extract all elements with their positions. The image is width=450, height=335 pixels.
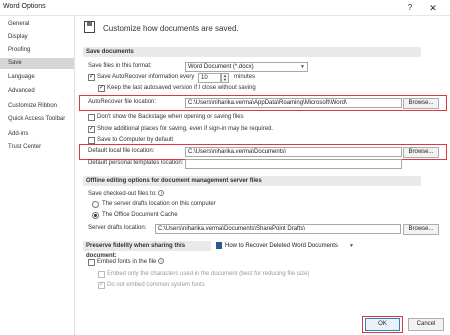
keep-last-label: Keep the last autosaved version if I clo… bbox=[107, 85, 256, 91]
section-preserve-fidelity: Preserve fidelity when sharing this docu… bbox=[83, 241, 211, 259]
autorecover-checkbox[interactable]: ✓ bbox=[88, 74, 95, 81]
help-button[interactable]: ? bbox=[403, 2, 417, 14]
autorecover-location-input[interactable]: C:\Users\niharika.verma\AppData\Roaming\… bbox=[185, 98, 402, 108]
minutes-label: minutes bbox=[234, 74, 256, 80]
format-label: Save files in this format: bbox=[88, 63, 152, 69]
close-button[interactable]: ✕ bbox=[426, 2, 440, 14]
sidebar-item-save[interactable]: Save bbox=[0, 58, 74, 69]
sidebar-item-add-ins[interactable]: Add-ins bbox=[0, 129, 74, 140]
sidebar-item-advanced[interactable]: Advanced bbox=[0, 86, 74, 97]
sidebar-item-customize-ribbon[interactable]: Customize Ribbon bbox=[0, 101, 74, 112]
autorecover-minutes-input[interactable]: 10 bbox=[198, 73, 221, 83]
section-save-documents: Save documents bbox=[83, 47, 421, 57]
minutes-spinner[interactable]: ▲ ▼ bbox=[221, 73, 229, 83]
embed-only-label: Embed only the characters used in the do… bbox=[107, 271, 310, 277]
server-drafts-location-input[interactable]: C:\Users\niharika.verma\Documents\ShareP… bbox=[155, 224, 401, 234]
embed-fonts-checkbox[interactable] bbox=[88, 259, 95, 266]
info-icon: i bbox=[158, 258, 165, 265]
sidebar-item-language[interactable]: Language bbox=[0, 72, 74, 83]
embed-fonts-label: Embed fonts in the file i bbox=[97, 258, 165, 267]
main-panel: Customize how documents are saved. Save … bbox=[79, 16, 450, 335]
sidebar-item-trust-center[interactable]: Trust Center bbox=[0, 142, 74, 153]
embed-only-checkbox[interactable] bbox=[98, 271, 105, 278]
server-drafts-location-label: Server drafts location: bbox=[88, 225, 147, 231]
save-computer-checkbox[interactable] bbox=[88, 137, 95, 144]
personal-templates-input[interactable] bbox=[185, 159, 402, 169]
autorecover-location-label: AutoRecover file location: bbox=[88, 99, 157, 105]
additional-places-label: Show additional places for saving, even … bbox=[97, 126, 274, 132]
office-cache-radio[interactable] bbox=[92, 212, 99, 219]
backstage-checkbox[interactable] bbox=[88, 114, 95, 121]
title-bar: Word Options ? ✕ bbox=[0, 0, 450, 16]
sidebar-item-quick-access-toolbar[interactable]: Quick Access Toolbar bbox=[0, 114, 74, 125]
no-common-fonts-label: Do not embed common system fonts bbox=[107, 282, 205, 288]
default-local-input[interactable]: C:\Users\niharika.verma\Documents\ bbox=[185, 147, 402, 157]
server-drafts-radio[interactable] bbox=[92, 201, 99, 208]
chevron-down-icon: ▼ bbox=[349, 243, 354, 249]
window-title: Word Options bbox=[3, 3, 46, 10]
sidebar-item-display[interactable]: Display bbox=[0, 32, 74, 43]
fidelity-document-select[interactable]: How to Recover Deleted Word Documents ▼ bbox=[216, 241, 356, 251]
additional-places-checkbox[interactable]: ✓ bbox=[88, 126, 95, 133]
ok-button[interactable]: OK bbox=[365, 318, 400, 331]
browse-default-local-button[interactable]: Browse... bbox=[403, 147, 439, 158]
page-header: Customize how documents are saved. bbox=[103, 24, 239, 33]
save-checked-out-label: Save checked-out files to: i bbox=[88, 190, 165, 199]
word-document-icon bbox=[216, 241, 222, 249]
format-select-value: Word Document (*.docx) bbox=[188, 64, 254, 70]
no-common-fonts-checkbox[interactable]: ✓ bbox=[98, 282, 105, 289]
server-drafts-radio-label: The server drafts location on this compu… bbox=[102, 201, 216, 207]
format-select[interactable]: Word Document (*.docx) ▼ bbox=[185, 62, 308, 72]
sidebar-item-general[interactable]: General bbox=[0, 19, 74, 30]
floppy-disk-icon bbox=[84, 21, 95, 33]
sidebar: General Display Proofing Save Language A… bbox=[0, 16, 75, 335]
autorecover-label: Save AutoRecover information every bbox=[97, 74, 195, 80]
browse-autorecover-button[interactable]: Browse... bbox=[403, 98, 439, 109]
default-local-label: Default local file location: bbox=[88, 148, 155, 154]
browse-server-drafts-button[interactable]: Browse... bbox=[403, 224, 439, 235]
cancel-button[interactable]: Cancel bbox=[408, 318, 444, 331]
info-icon: i bbox=[158, 190, 165, 197]
fidelity-document-value: How to Recover Deleted Word Documents bbox=[225, 243, 338, 249]
chevron-down-icon: ▼ bbox=[300, 64, 305, 70]
personal-templates-label: Default personal templates location: bbox=[88, 160, 184, 166]
sidebar-item-proofing[interactable]: Proofing bbox=[0, 45, 74, 56]
office-cache-radio-label: The Office Document Cache bbox=[102, 212, 178, 218]
keep-last-checkbox[interactable]: ✓ bbox=[98, 85, 105, 92]
backstage-label: Don't show the Backstage when opening or… bbox=[97, 114, 244, 120]
section-offline-editing: Offline editing options for document man… bbox=[83, 176, 421, 186]
